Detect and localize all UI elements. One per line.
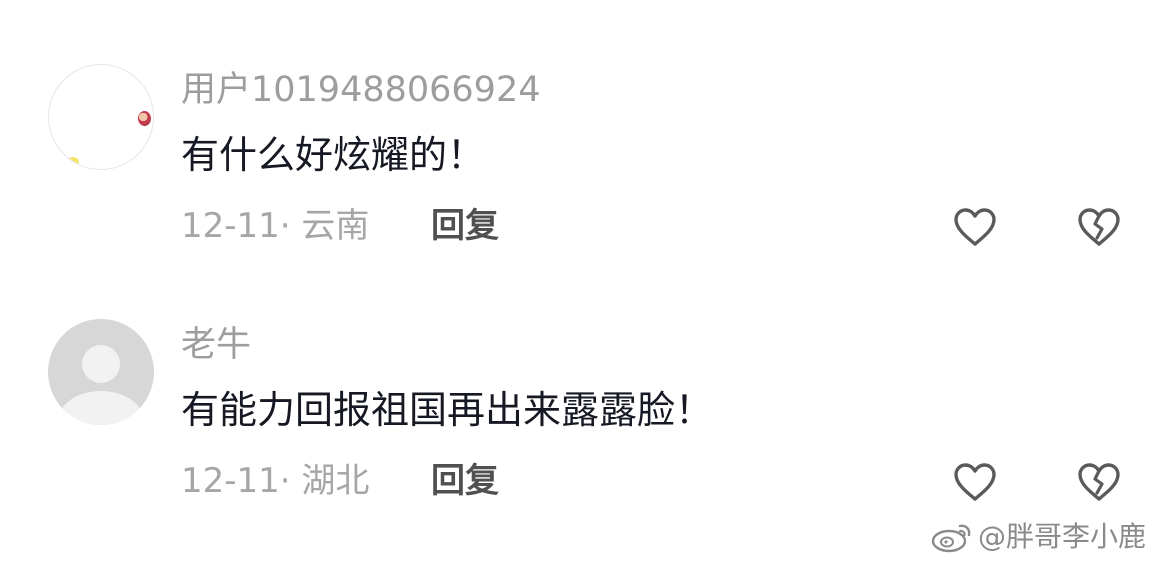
broken-heart-icon bbox=[1078, 208, 1120, 246]
heart-icon bbox=[954, 463, 996, 501]
like-button[interactable] bbox=[952, 461, 998, 503]
comment-date: 12-11 bbox=[181, 461, 280, 501]
comment-text: 有能力回报祖国再出来露露脸！ bbox=[181, 388, 714, 432]
avatar[interactable] bbox=[48, 319, 154, 425]
comment-location: 云南 bbox=[301, 206, 370, 246]
comment-text: 有什么好炫耀的！ bbox=[181, 133, 486, 177]
dislike-button[interactable] bbox=[1076, 461, 1122, 503]
like-button[interactable] bbox=[952, 206, 998, 248]
avatar[interactable] bbox=[48, 64, 154, 170]
heart-icon bbox=[954, 208, 996, 246]
watermark-text: @胖哥李小鹿 bbox=[978, 520, 1147, 553]
dislike-button[interactable] bbox=[1076, 206, 1122, 248]
weibo-icon bbox=[931, 524, 971, 553]
comment-item-2: 老牛 有能力回报祖国再出来露露脸！ 12-11· 湖北 回复 bbox=[0, 255, 1170, 505]
default-avatar-body bbox=[58, 391, 144, 425]
comment-item-1: 用户1019488066924 有什么好炫耀的！ 12-11· 云南 回复 bbox=[0, 0, 1170, 250]
broken-heart-icon bbox=[1078, 463, 1120, 501]
comment-username[interactable]: 老牛 bbox=[181, 325, 251, 365]
avatar-decoration bbox=[67, 157, 79, 166]
comment-meta: 12-11· 云南 bbox=[181, 206, 369, 246]
meta-separator: · bbox=[279, 206, 291, 246]
meta-separator: · bbox=[279, 461, 291, 501]
avatar-decoration bbox=[138, 111, 151, 126]
comment-username[interactable]: 用户1019488066924 bbox=[181, 70, 541, 110]
default-avatar-head bbox=[82, 345, 120, 383]
comment-location: 湖北 bbox=[301, 461, 370, 501]
comment-date: 12-11 bbox=[181, 206, 280, 246]
comment-meta: 12-11· 湖北 bbox=[181, 461, 369, 501]
reply-button[interactable]: 回复 bbox=[431, 206, 499, 246]
watermark: @胖哥李小鹿 bbox=[930, 520, 1146, 554]
reply-button[interactable]: 回复 bbox=[431, 461, 499, 501]
